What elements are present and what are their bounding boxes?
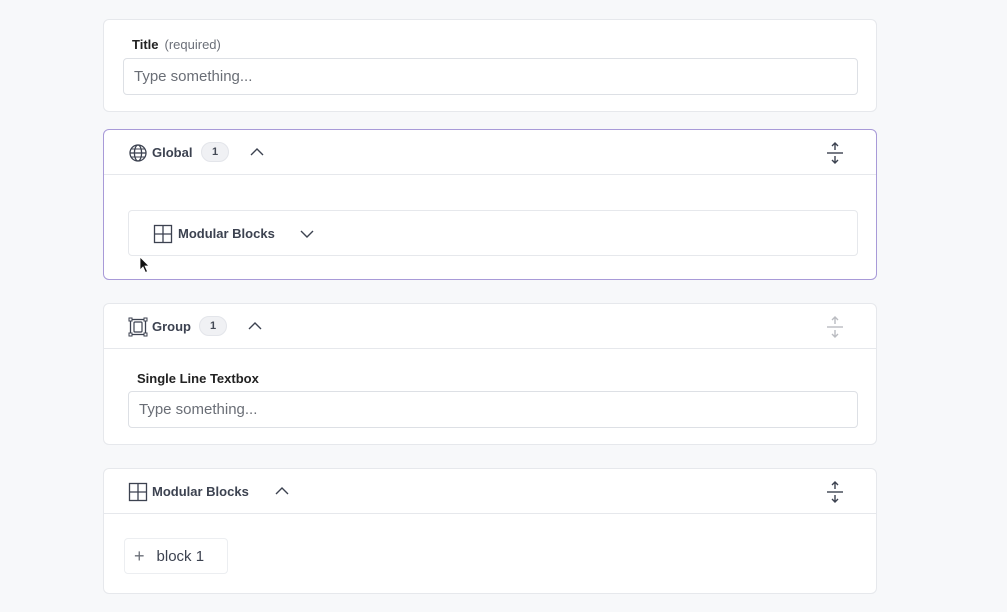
add-block-label: block 1	[156, 547, 205, 565]
plus-icon: +	[134, 546, 145, 566]
modular-blocks-section-title: Modular Blocks	[152, 484, 249, 499]
mouse-cursor-icon	[139, 256, 150, 274]
group-icon	[128, 317, 148, 337]
chevron-up-icon[interactable]	[247, 318, 263, 334]
group-section-header[interactable]: Group 1	[104, 304, 876, 349]
global-section-header[interactable]: Global 1	[104, 130, 876, 175]
modular-blocks-section-card: Modular Blocks + block 1	[103, 468, 877, 594]
single-line-textbox-input[interactable]	[128, 391, 858, 428]
single-line-textbox-label: Single Line Textbox	[137, 371, 259, 386]
title-field-label: Title (required)	[132, 37, 221, 52]
grid-icon	[153, 224, 173, 244]
global-modular-blocks-field[interactable]: Modular Blocks	[128, 210, 858, 256]
modular-blocks-section-header[interactable]: Modular Blocks	[104, 469, 876, 514]
add-block-button[interactable]: + block 1	[124, 538, 228, 574]
chevron-down-icon[interactable]	[299, 226, 315, 242]
expand-vertical-icon[interactable]	[824, 480, 846, 504]
chevron-up-icon[interactable]	[249, 144, 265, 160]
group-section-card: Group 1 Single Line Textbox	[103, 303, 877, 445]
title-label-text: Title	[132, 37, 159, 52]
group-count-badge: 1	[199, 316, 227, 336]
global-count-badge: 1	[201, 142, 229, 162]
required-hint: (required)	[164, 37, 221, 52]
global-section-card: Global 1 Modular Blocks	[103, 129, 877, 280]
group-section-title: Group	[152, 319, 191, 334]
expand-vertical-icon[interactable]	[824, 141, 846, 165]
title-field-card: Title (required)	[103, 19, 877, 112]
chevron-up-icon[interactable]	[274, 483, 290, 499]
global-section-title: Global	[152, 145, 193, 160]
global-modular-blocks-title: Modular Blocks	[178, 226, 275, 241]
grid-icon	[128, 482, 148, 502]
title-input[interactable]	[123, 58, 858, 95]
globe-icon	[129, 144, 147, 162]
expand-vertical-icon[interactable]	[824, 315, 846, 339]
